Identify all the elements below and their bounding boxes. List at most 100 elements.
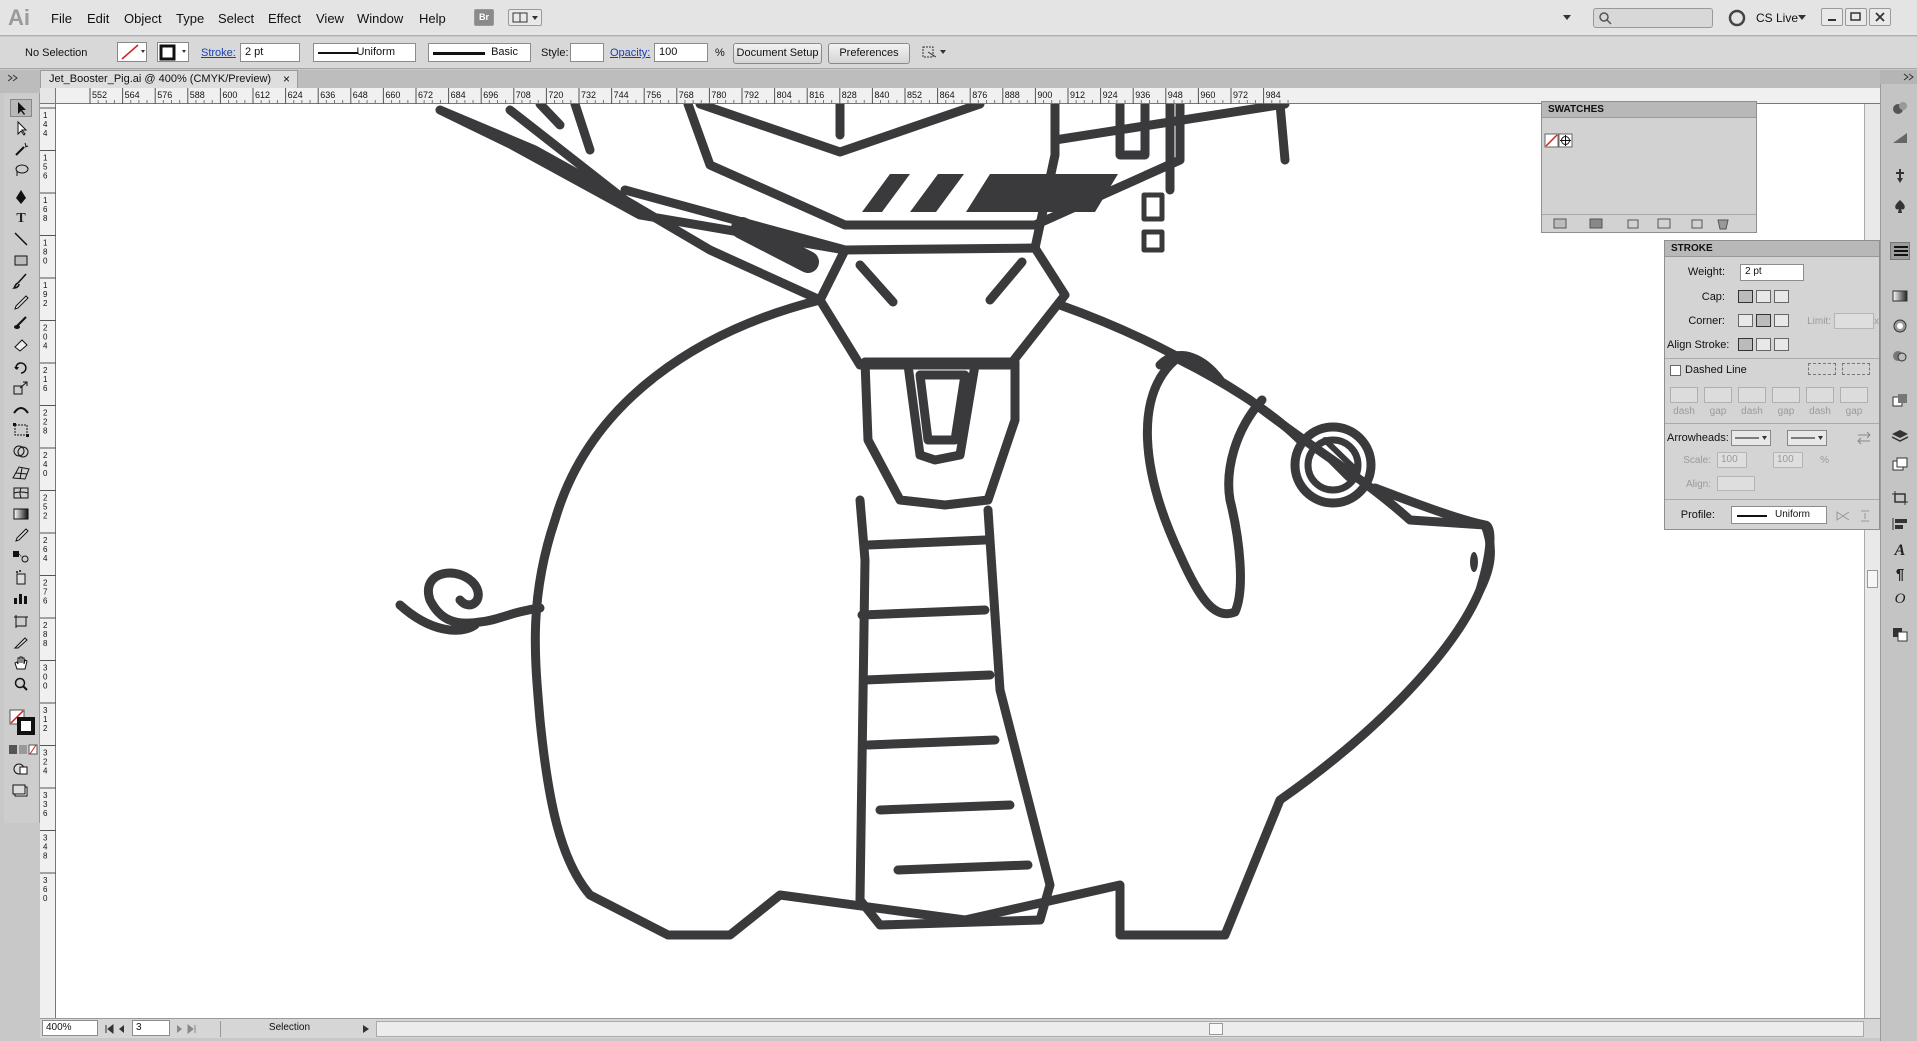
fill-stroke-controls[interactable] [8, 708, 36, 736]
cs-live-button[interactable]: CS Live [1756, 11, 1798, 25]
artboards-panel-icon[interactable] [1890, 456, 1910, 474]
color-panel-icon[interactable] [1890, 100, 1910, 118]
transform-panel-icon[interactable] [1890, 490, 1910, 508]
minimize-button[interactable] [1821, 8, 1843, 26]
align-outside-button[interactable] [1774, 338, 1789, 351]
stroke-label[interactable]: Stroke: [201, 47, 236, 59]
selection-tool[interactable] [10, 99, 32, 117]
bridge-button[interactable]: Br [474, 9, 494, 26]
zoom-select[interactable]: 400% [42, 1020, 98, 1036]
menu-object[interactable]: Object [124, 11, 162, 26]
vertical-scroll-thumb[interactable] [1867, 570, 1878, 588]
document-close-button[interactable]: × [283, 72, 290, 86]
cs-live-dropdown[interactable] [1797, 11, 1807, 25]
status-menu-arrow[interactable] [360, 1022, 372, 1036]
round-join-button[interactable] [1756, 314, 1771, 327]
hand-tool[interactable] [10, 655, 32, 673]
swatch-footer-icons[interactable] [1542, 215, 1756, 233]
artboard-tool[interactable] [10, 613, 32, 631]
zoom-tool[interactable] [10, 676, 32, 694]
symbols-panel-icon[interactable] [1890, 198, 1910, 216]
shape-builder-tool[interactable] [10, 443, 32, 461]
paintbrush-tool[interactable] [10, 273, 32, 291]
search-input[interactable] [1593, 8, 1713, 28]
transparency-panel-icon[interactable] [1890, 318, 1910, 336]
lasso-tool[interactable] [10, 162, 32, 180]
rectangle-tool[interactable] [10, 252, 32, 270]
end-scale-field[interactable]: 100 [1773, 452, 1803, 468]
graphic-styles-icon[interactable] [1890, 392, 1910, 410]
close-button[interactable] [1869, 8, 1891, 26]
free-transform-tool[interactable] [10, 422, 32, 440]
width-tool[interactable] [10, 401, 32, 419]
column-graph-tool[interactable] [10, 590, 32, 608]
graphic-style-picker[interactable] [570, 43, 604, 62]
artboard-canvas[interactable] [56, 104, 1880, 1018]
artboard-number-field[interactable]: 3 [132, 1020, 170, 1036]
align-panel-icon[interactable] [1890, 516, 1910, 534]
paragraph-panel-icon[interactable]: ¶ [1890, 566, 1910, 584]
gap-field-2[interactable] [1772, 387, 1800, 403]
magic-wand-tool[interactable] [10, 141, 32, 159]
appearance-panel-icon[interactable] [1890, 348, 1910, 366]
menu-file[interactable]: File [51, 11, 72, 26]
menu-select[interactable]: Select [218, 11, 254, 26]
vertical-ruler[interactable]: 1441561681801922042162282402522642762883… [40, 104, 56, 1018]
preferences-button[interactable]: Preferences [828, 43, 910, 64]
arrange-documents-button[interactable] [508, 9, 542, 26]
align-dash-button[interactable] [1842, 363, 1870, 375]
eyedropper-tool[interactable] [10, 527, 32, 545]
color-guide-icon[interactable] [1890, 130, 1910, 148]
document-setup-button[interactable]: Document Setup [733, 43, 822, 64]
flip-profile-buttons[interactable] [1833, 508, 1873, 524]
menu-type[interactable]: Type [176, 11, 204, 26]
artboard-next-buttons[interactable] [174, 1022, 214, 1036]
draw-mode-button[interactable] [10, 761, 32, 779]
rotate-tool[interactable] [10, 359, 32, 377]
toolbar-collapse-strip[interactable] [0, 70, 40, 93]
align-center-button[interactable] [1738, 338, 1753, 351]
opacity-field[interactable]: 100 [654, 43, 708, 62]
stroke-swatch[interactable] [157, 42, 189, 62]
limit-field[interactable] [1834, 313, 1874, 329]
current-tool-status[interactable]: Selection [220, 1021, 358, 1037]
scale-tool[interactable] [10, 380, 32, 398]
dock-collapse-strip[interactable] [1880, 70, 1917, 84]
opacity-label[interactable]: Opacity: [610, 47, 650, 59]
line-segment-tool[interactable] [10, 231, 32, 249]
start-arrowhead-select[interactable] [1731, 430, 1771, 446]
miter-join-button[interactable] [1738, 314, 1753, 327]
swap-arrowheads-button[interactable] [1855, 431, 1873, 445]
projecting-cap-button[interactable] [1774, 290, 1789, 303]
start-scale-field[interactable]: 100 [1717, 452, 1747, 468]
pencil-tool[interactable] [10, 294, 32, 312]
stroke-weight-field[interactable]: 2 pt [240, 43, 300, 62]
stroke-header[interactable]: STROKE [1665, 241, 1879, 257]
menu-edit[interactable]: Edit [87, 11, 109, 26]
restore-button[interactable] [1845, 8, 1867, 26]
gap-field-3[interactable] [1840, 387, 1868, 403]
dash-field-2[interactable] [1738, 387, 1766, 403]
swatches-header[interactable]: SWATCHES [1542, 102, 1756, 118]
stroke-panel-icon[interactable] [1890, 242, 1910, 260]
character-panel-icon[interactable]: A [1890, 542, 1910, 560]
jet-booster-pig-artwork[interactable] [56, 104, 1880, 1018]
gradient-panel-icon[interactable] [1890, 288, 1910, 306]
menu-effect[interactable]: Effect [268, 11, 301, 26]
opentype-panel-icon[interactable]: O [1890, 590, 1910, 608]
type-tool[interactable]: T [10, 210, 32, 228]
dash-field-1[interactable] [1670, 387, 1698, 403]
pen-tool[interactable] [10, 189, 32, 207]
symbol-sprayer-tool[interactable] [10, 569, 32, 587]
preserve-dash-button[interactable] [1808, 363, 1836, 375]
ruler-origin[interactable] [40, 88, 56, 104]
align-inside-button[interactable] [1756, 338, 1771, 351]
swatch-none-registration[interactable] [1544, 133, 1576, 149]
workspace-dropdown[interactable] [1560, 10, 1574, 24]
screen-mode-button[interactable] [10, 783, 32, 801]
horizontal-scroll-thumb[interactable] [1209, 1023, 1223, 1035]
menu-window[interactable]: Window [357, 11, 403, 26]
end-arrowhead-select[interactable] [1787, 430, 1827, 446]
isolate-button[interactable] [920, 43, 948, 63]
gap-field-1[interactable] [1704, 387, 1732, 403]
